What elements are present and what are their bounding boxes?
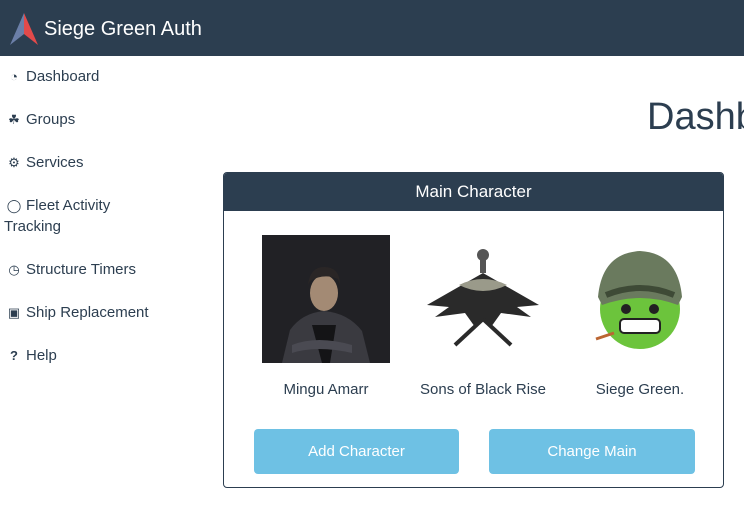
sidebar-item-label: Dashboard <box>26 68 100 85</box>
sidebar-item-fleet-activity-tracking[interactable]: ◯ Fleet Activity Tracking <box>4 195 166 237</box>
add-character-button[interactable]: Add Character <box>254 429 459 474</box>
sidebar-item-help[interactable]: ? Help <box>6 345 166 366</box>
money-icon: ▣ <box>7 305 21 320</box>
panel-heading: Main Character <box>224 173 723 211</box>
change-main-button[interactable]: Change Main <box>489 429 695 474</box>
corporation-name: Sons of Black Rise <box>420 381 546 398</box>
main-character-panel: Main Character Mingu Amarr Sons of Black… <box>223 172 724 488</box>
sidebar-item-services[interactable]: ⚙ Services <box>6 152 166 173</box>
sidebar-item-label-line2: Tracking <box>4 218 61 235</box>
sidebar-item-label: Ship Replacement <box>26 304 149 321</box>
character-portrait <box>262 235 390 363</box>
alliance-logo-icon <box>10 13 38 45</box>
sitemap-icon: ☘ <box>8 112 20 127</box>
brand-link[interactable]: Siege Green Auth <box>8 12 202 46</box>
lightbulb-icon: ◯ <box>6 198 22 213</box>
alliance-name: Siege Green. <box>595 381 685 398</box>
sidebar-item-structure-timers[interactable]: ◷ Structure Timers <box>6 259 166 280</box>
corporation-logo <box>427 249 539 347</box>
alliance-logo <box>595 251 682 349</box>
question-icon: ? <box>10 348 18 363</box>
sidebar-item-label: Fleet Activity <box>26 197 111 214</box>
page-title: Dashb <box>647 96 744 138</box>
sidebar-item-label: Help <box>26 347 57 364</box>
sidebar-item-dashboard[interactable]: ◔ Dashboard <box>6 66 166 87</box>
sidebar-item-label: Groups <box>26 111 76 128</box>
dashboard-icon: ◔ <box>10 69 18 84</box>
sidebar-item-label: Structure Timers <box>26 261 137 278</box>
clock-icon: ◷ <box>8 262 20 277</box>
sidebar-item-label: Services <box>26 154 84 171</box>
top-navbar: Siege Green Auth <box>0 0 744 56</box>
sidebar-item-groups[interactable]: ☘ Groups <box>6 109 166 130</box>
cogs-icon: ⚙ <box>8 155 20 170</box>
character-name: Mingu Amarr <box>283 381 369 398</box>
brand-name: Siege Green Auth <box>44 17 202 40</box>
sidebar-item-ship-replacement[interactable]: ▣ Ship Replacement <box>6 302 166 323</box>
